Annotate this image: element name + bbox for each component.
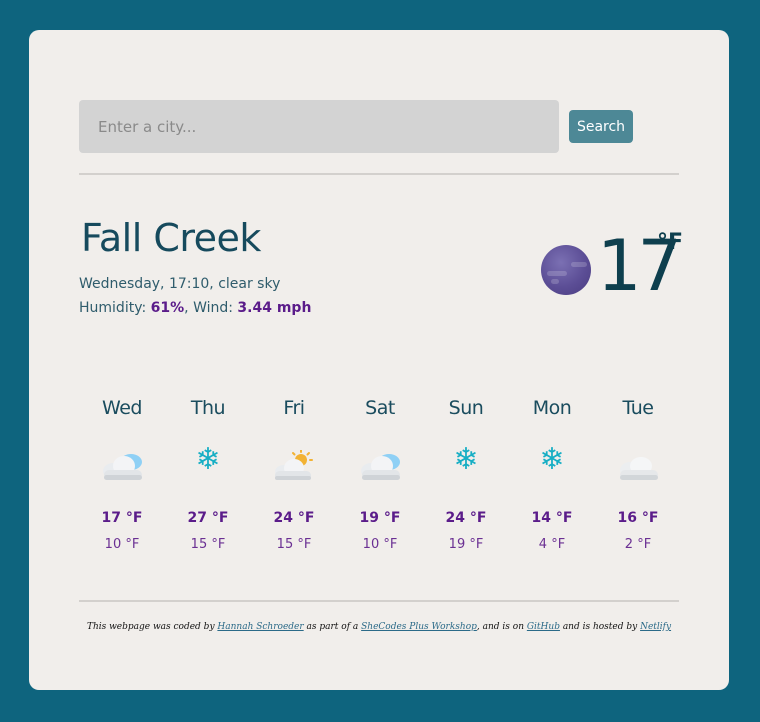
forecast-day-name: Tue	[622, 397, 654, 419]
snow-icon: ❄	[453, 442, 479, 477]
forecast-day: Fri 24 °F 15 °F	[251, 392, 337, 554]
cloudy-icon	[79, 444, 165, 494]
forecast-day-name: Fri	[283, 397, 305, 419]
forecast-min-temp: 15 °F	[190, 537, 226, 552]
author-link[interactable]: Hannah Schroeder	[217, 622, 303, 632]
city-search-input[interactable]	[79, 100, 559, 153]
forecast-day: Mon ❄ 14 °F 4 °F	[509, 392, 595, 554]
current-details: Wednesday, 17:10, clear sky Humidity: 61…	[79, 272, 311, 320]
humidity-wind: Humidity: 61%, Wind: 3.44 mph	[79, 300, 312, 316]
forecast-min-temp: 10 °F	[104, 537, 140, 552]
divider	[79, 600, 679, 602]
search-button[interactable]: Search	[569, 110, 633, 143]
github-link[interactable]: GitHub	[527, 622, 560, 632]
forecast-min-temp: 10 °F	[362, 537, 398, 552]
date-description: Wednesday, 17:10, clear sky	[79, 276, 281, 292]
humidity-value: 61%	[150, 300, 185, 316]
partly-sunny-icon	[251, 444, 337, 494]
divider	[79, 173, 679, 175]
wind-label: Wind:	[193, 300, 233, 316]
forecast-day: Wed 17 °F 10 °F	[79, 392, 165, 554]
footer-text: This webpage was coded by	[86, 622, 218, 632]
city-name: Fall Creek	[81, 216, 261, 260]
forecast-day-name: Mon	[532, 397, 572, 419]
forecast-min-temp: 15 °F	[276, 537, 312, 552]
forecast-min-temp: 19 °F	[448, 537, 484, 552]
overcast-icon	[595, 444, 681, 494]
workshop-link[interactable]: SheCodes Plus Workshop	[361, 622, 477, 632]
forecast-day-name: Thu	[190, 397, 226, 419]
forecast-row: Wed 17 °F 10 °F Thu ❄ 27 °F 15 °F Fri 24…	[79, 392, 699, 554]
forecast-max-temp: 24 °F	[273, 510, 315, 526]
snow-icon: ❄	[195, 442, 221, 477]
cloudy-icon	[337, 444, 423, 494]
weather-card: Search Fall Creek Wednesday, 17:10, clea…	[29, 30, 729, 690]
footer-text: , and is on	[476, 622, 527, 632]
clear-night-moon-icon	[541, 245, 591, 295]
forecast-day: Sat 19 °F 10 °F	[337, 392, 423, 554]
humidity-label: Humidity:	[79, 300, 147, 316]
forecast-max-temp: 16 °F	[617, 510, 659, 526]
temperature-unit-fahrenheit[interactable]: °F	[657, 230, 683, 255]
forecast-min-temp: 4 °F	[538, 537, 566, 552]
forecast-day: Sun ❄ 24 °F 19 °F	[423, 392, 509, 554]
forecast-max-temp: 14 °F	[531, 510, 573, 526]
forecast-max-temp: 19 °F	[359, 510, 401, 526]
forecast-day-name: Wed	[102, 397, 142, 419]
forecast-min-temp: 2 °F	[624, 537, 652, 552]
wind-value: 3.44 mph	[237, 300, 312, 316]
forecast-day-name: Sat	[365, 397, 395, 419]
footer-text: as part of a	[303, 622, 362, 632]
forecast-day: Tue 16 °F 2 °F	[595, 392, 681, 554]
forecast-max-temp: 17 °F	[101, 510, 143, 526]
forecast-max-temp: 27 °F	[187, 510, 229, 526]
snow-icon: ❄	[539, 442, 565, 477]
footer-text: and is hosted by	[559, 622, 641, 632]
forecast-max-temp: 24 °F	[445, 510, 487, 526]
footer-credits: This webpage was coded by Hannah Schroed…	[29, 622, 729, 632]
forecast-day: Thu ❄ 27 °F 15 °F	[165, 392, 251, 554]
netlify-link[interactable]: Netlify	[640, 622, 671, 632]
forecast-day-name: Sun	[448, 397, 484, 419]
